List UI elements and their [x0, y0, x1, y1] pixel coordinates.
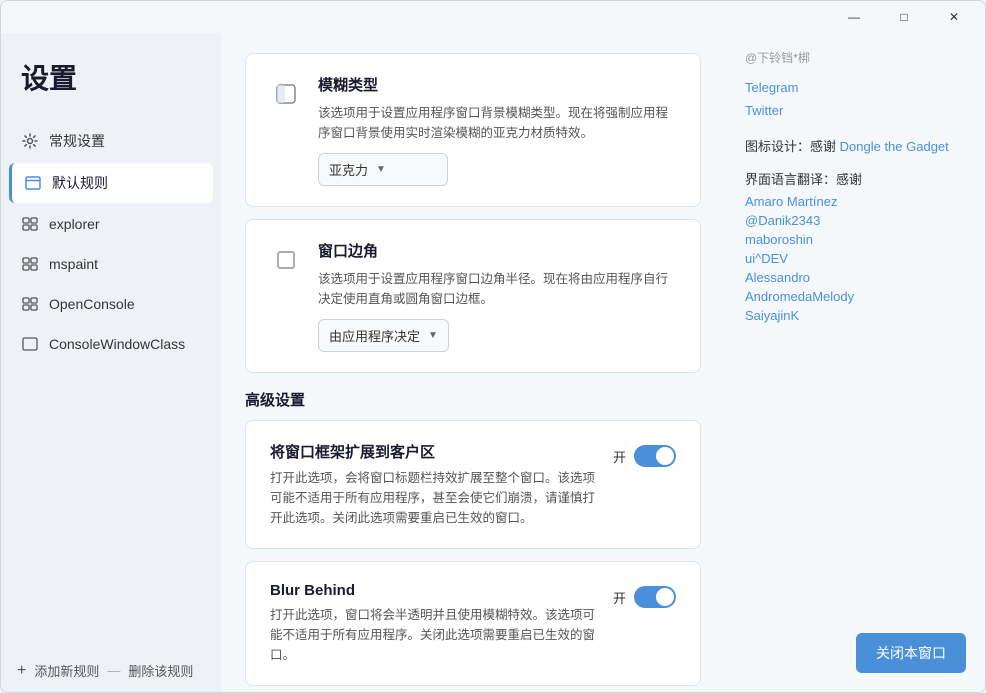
sidebar-item-default-rules-label: 默认规则	[52, 173, 108, 193]
sidebar-item-mspaint-label: mspaint	[49, 256, 98, 272]
window-corners-card: 窗口边角 该选项用于设置应用程序窗口边角半径。现在将由应用程序自行决定使用直角或…	[245, 219, 701, 373]
window-icon	[24, 174, 42, 192]
blur-type-card: 模糊类型 该选项用于设置应用程序窗口背景模糊类型。现在将强制应用程序窗口背景使用…	[245, 53, 701, 207]
translator-1[interactable]: @Danik2343	[745, 211, 965, 230]
blur-behind-desc: 打开此选项，窗口将会半透明并且使用模糊特效。该选项可能不适用于所有应用程序。关闭…	[270, 605, 601, 665]
sidebar-item-default-rules[interactable]: 默认规则	[9, 163, 213, 203]
translation-credit-prefix: 界面语言翻译：感谢	[745, 172, 862, 187]
blur-behind-toggle-area: 开	[613, 586, 676, 608]
extend-frame-toggle-area: 开	[613, 445, 676, 467]
translator-0[interactable]: Amaro Martínez	[745, 192, 965, 211]
sidebar-footer: + 添加新规则 — 删除该规则	[1, 649, 221, 692]
blur-behind-state-label: 开	[613, 588, 626, 607]
blur-type-title: 模糊类型	[318, 74, 676, 95]
settings-window: — □ ✕ 设置 常规设置	[0, 0, 986, 693]
grid-icon-openconsole	[21, 295, 39, 313]
titlebar: — □ ✕	[1, 1, 985, 33]
window-corners-select[interactable]: 由应用程序决定 ▼	[318, 319, 449, 352]
sidebar-item-general[interactable]: 常规设置	[9, 121, 213, 161]
app-body: 设置 常规设置	[1, 33, 985, 692]
sidebar-item-explorer-label: explorer	[49, 216, 100, 232]
blur-type-desc: 该选项用于设置应用程序窗口背景模糊类型。现在将强制应用程序窗口背景使用实时渲染模…	[318, 103, 676, 143]
gear-icon	[21, 132, 39, 150]
chevron-down-icon-2: ▼	[428, 330, 438, 341]
twitter-link[interactable]: Twitter	[745, 99, 965, 122]
window-corners-select-value: 由应用程序决定	[329, 326, 420, 345]
icon-credit-prefix: 图标设计：感谢	[745, 139, 836, 154]
blur-behind-toggle[interactable]	[634, 586, 676, 608]
window-corners-title: 窗口边角	[318, 240, 676, 261]
extend-frame-row: 将窗口框架扩展到客户区 打开此选项，会将窗口标题栏持效扩展至整个窗口。该选项可能…	[270, 441, 676, 528]
right-panel: @下铃铛*梆 Telegram Twitter 图标设计：感谢 Dongle t…	[725, 33, 985, 692]
window-corners-icon	[270, 244, 302, 276]
extend-frame-desc: 打开此选项，会将窗口标题栏持效扩展至整个窗口。该选项可能不适用于所有应用程序，甚…	[270, 468, 601, 528]
panel-handle: @下铃铛*梆	[745, 49, 965, 66]
sidebar-item-consolewindowclass-label: ConsoleWindowClass	[49, 336, 185, 352]
icon-credit-name[interactable]: Dongle the Gadget	[840, 137, 949, 156]
sidebar-item-mspaint[interactable]: mspaint	[9, 245, 213, 283]
extend-frame-title: 将窗口框架扩展到客户区	[270, 441, 601, 462]
translator-3[interactable]: ui^DEV	[745, 249, 965, 268]
chevron-down-icon: ▼	[376, 164, 386, 175]
grid-icon-consolewindowclass	[21, 335, 39, 353]
window-corners-content: 窗口边角 该选项用于设置应用程序窗口边角半径。现在将由应用程序自行决定使用直角或…	[318, 240, 676, 352]
extend-frame-toggle[interactable]	[634, 445, 676, 467]
translator-4[interactable]: Alessandro	[745, 268, 965, 287]
sidebar-item-openconsole[interactable]: OpenConsole	[9, 285, 213, 323]
footer-separator: —	[107, 663, 120, 678]
maximize-button[interactable]: □	[881, 2, 927, 32]
content-area: 模糊类型 该选项用于设置应用程序窗口背景模糊类型。现在将强制应用程序窗口背景使用…	[221, 33, 725, 692]
telegram-link[interactable]: Telegram	[745, 76, 965, 99]
window-corners-row: 窗口边角 该选项用于设置应用程序窗口边角半径。现在将由应用程序自行决定使用直角或…	[270, 240, 676, 352]
sidebar-item-explorer[interactable]: explorer	[9, 205, 213, 243]
advanced-section-title: 高级设置	[245, 389, 701, 410]
blur-behind-card: Blur Behind 打开此选项，窗口将会半透明并且使用模糊特效。该选项可能不…	[245, 561, 701, 686]
checkbox-icon	[277, 251, 295, 269]
delete-rule-label[interactable]: 删除该规则	[128, 661, 193, 680]
close-window-btn[interactable]: 关闭本窗口	[856, 633, 966, 673]
blur-type-select-value: 亚克力	[329, 160, 368, 179]
add-rule-label[interactable]: 添加新规则	[34, 661, 99, 680]
sidebar: 设置 常规设置	[1, 33, 221, 692]
icon-credit-section: 图标设计：感谢 Dongle the Gadget	[745, 136, 965, 155]
translator-6[interactable]: SaiyajinK	[745, 306, 965, 325]
translator-2[interactable]: maboroshin	[745, 230, 965, 249]
sidebar-item-openconsole-label: OpenConsole	[49, 296, 135, 312]
blur-type-icon	[270, 78, 302, 110]
close-window-button[interactable]: ✕	[931, 2, 977, 32]
sidebar-item-general-label: 常规设置	[49, 131, 105, 151]
blur-behind-row: Blur Behind 打开此选项，窗口将会半透明并且使用模糊特效。该选项可能不…	[270, 582, 676, 665]
sidebar-item-consolewindowclass[interactable]: ConsoleWindowClass	[9, 325, 213, 363]
window-corners-desc: 该选项用于设置应用程序窗口边角半径。现在将由应用程序自行决定使用直角或圆角窗口边…	[318, 269, 676, 309]
blur-type-content: 模糊类型 该选项用于设置应用程序窗口背景模糊类型。现在将强制应用程序窗口背景使用…	[318, 74, 676, 186]
blur-behind-label-area: Blur Behind 打开此选项，窗口将会半透明并且使用模糊特效。该选项可能不…	[270, 582, 601, 665]
sidebar-nav: 常规设置 默认规则	[1, 117, 221, 649]
grid-icon-mspaint	[21, 255, 39, 273]
translator-5[interactable]: AndromedaMelody	[745, 287, 965, 306]
extend-frame-label-area: 将窗口框架扩展到客户区 打开此选项，会将窗口标题栏持效扩展至整个窗口。该选项可能…	[270, 441, 601, 528]
blur-behind-title: Blur Behind	[270, 582, 601, 599]
extend-frame-state-label: 开	[613, 447, 626, 466]
translation-credit-section: 界面语言翻译：感谢	[745, 169, 965, 188]
window-corners-control: 由应用程序决定 ▼	[318, 319, 676, 352]
blur-type-control: 亚克力 ▼	[318, 153, 676, 186]
blur-type-row: 模糊类型 该选项用于设置应用程序窗口背景模糊类型。现在将强制应用程序窗口背景使用…	[270, 74, 676, 186]
extend-frame-card: 将窗口框架扩展到客户区 打开此选项，会将窗口标题栏持效扩展至整个窗口。该选项可能…	[245, 420, 701, 549]
grid-icon-explorer	[21, 215, 39, 233]
add-icon: +	[17, 662, 26, 680]
blur-type-select[interactable]: 亚克力 ▼	[318, 153, 448, 186]
page-title: 设置	[1, 33, 221, 117]
minimize-button[interactable]: —	[831, 2, 877, 32]
